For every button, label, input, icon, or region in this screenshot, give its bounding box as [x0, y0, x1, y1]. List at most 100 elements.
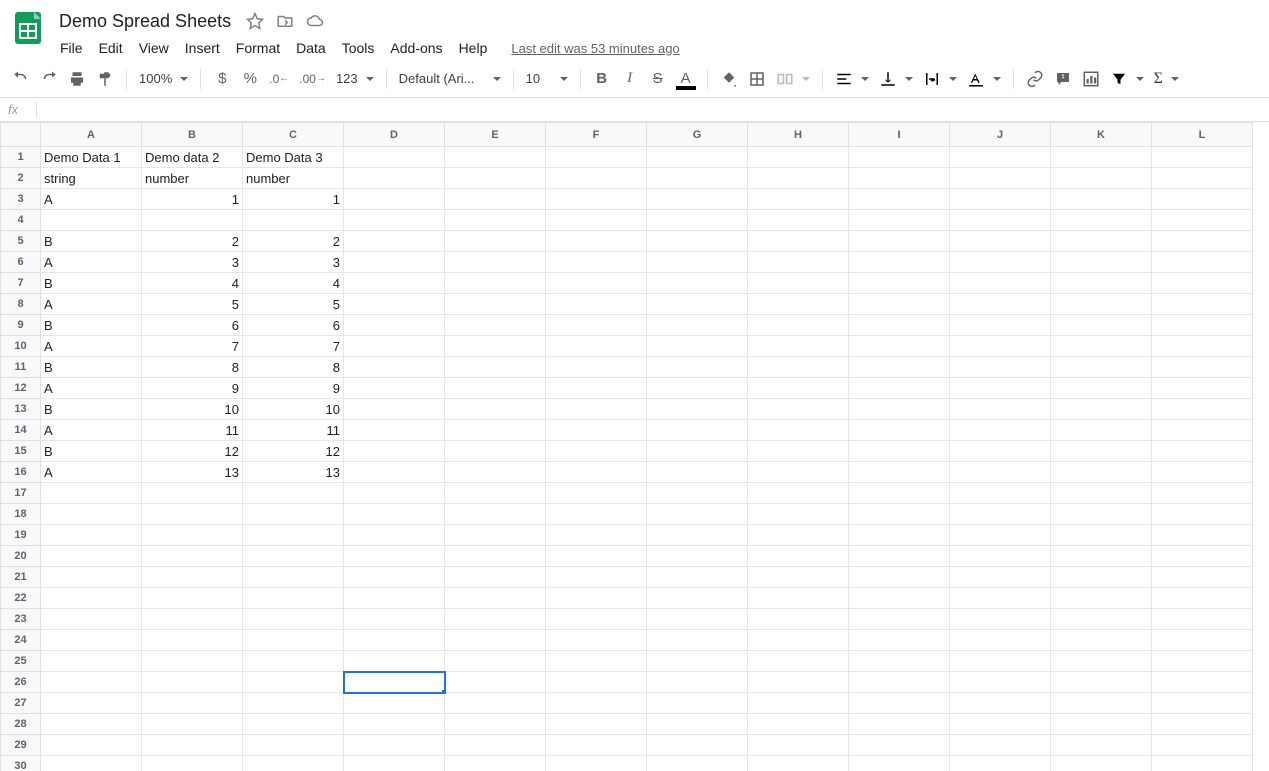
cell-L3[interactable]: [1152, 189, 1253, 210]
merge-cells-button[interactable]: [772, 66, 814, 92]
cell-B10[interactable]: 7: [142, 336, 243, 357]
cell-I18[interactable]: [849, 504, 950, 525]
cell-E19[interactable]: [445, 525, 546, 546]
cell-A11[interactable]: B: [41, 357, 142, 378]
cell-H28[interactable]: [748, 714, 849, 735]
cell-E20[interactable]: [445, 546, 546, 567]
cell-I23[interactable]: [849, 609, 950, 630]
cell-D29[interactable]: [344, 735, 445, 756]
cell-K30[interactable]: [1051, 756, 1152, 771]
sheets-logo[interactable]: [8, 8, 48, 48]
cell-K2[interactable]: [1051, 168, 1152, 189]
cell-K11[interactable]: [1051, 357, 1152, 378]
row-header-18[interactable]: 18: [1, 504, 41, 525]
row-header-24[interactable]: 24: [1, 630, 41, 651]
cell-K29[interactable]: [1051, 735, 1152, 756]
cell-F18[interactable]: [546, 504, 647, 525]
cell-G25[interactable]: [647, 651, 748, 672]
cell-I4[interactable]: [849, 210, 950, 231]
cell-I25[interactable]: [849, 651, 950, 672]
cell-J28[interactable]: [950, 714, 1051, 735]
cell-D17[interactable]: [344, 483, 445, 504]
cell-C22[interactable]: [243, 588, 344, 609]
row-header-19[interactable]: 19: [1, 525, 41, 546]
cell-H24[interactable]: [748, 630, 849, 651]
strikethrough-button[interactable]: S: [645, 66, 671, 92]
cell-F28[interactable]: [546, 714, 647, 735]
cell-E6[interactable]: [445, 252, 546, 273]
cell-E2[interactable]: [445, 168, 546, 189]
cell-F4[interactable]: [546, 210, 647, 231]
cell-L7[interactable]: [1152, 273, 1253, 294]
cell-K21[interactable]: [1051, 567, 1152, 588]
cell-J21[interactable]: [950, 567, 1051, 588]
cell-F10[interactable]: [546, 336, 647, 357]
cell-H7[interactable]: [748, 273, 849, 294]
cell-D15[interactable]: [344, 441, 445, 462]
cell-G26[interactable]: [647, 672, 748, 693]
cell-A28[interactable]: [41, 714, 142, 735]
vertical-align-button[interactable]: [875, 66, 917, 92]
cell-I16[interactable]: [849, 462, 950, 483]
cell-F24[interactable]: [546, 630, 647, 651]
cell-A29[interactable]: [41, 735, 142, 756]
cell-E13[interactable]: [445, 399, 546, 420]
row-header-17[interactable]: 17: [1, 483, 41, 504]
cell-H26[interactable]: [748, 672, 849, 693]
cell-K19[interactable]: [1051, 525, 1152, 546]
cell-B8[interactable]: 5: [142, 294, 243, 315]
cell-G9[interactable]: [647, 315, 748, 336]
cell-D28[interactable]: [344, 714, 445, 735]
cell-I3[interactable]: [849, 189, 950, 210]
cell-B7[interactable]: 4: [142, 273, 243, 294]
cell-F1[interactable]: [546, 147, 647, 168]
menu-tools[interactable]: Tools: [334, 36, 383, 60]
cell-J23[interactable]: [950, 609, 1051, 630]
column-header-B[interactable]: B: [142, 123, 243, 147]
cell-A14[interactable]: A: [41, 420, 142, 441]
cell-A20[interactable]: [41, 546, 142, 567]
cell-L19[interactable]: [1152, 525, 1253, 546]
cell-I14[interactable]: [849, 420, 950, 441]
cell-J11[interactable]: [950, 357, 1051, 378]
cell-B20[interactable]: [142, 546, 243, 567]
cell-L14[interactable]: [1152, 420, 1253, 441]
cell-I17[interactable]: [849, 483, 950, 504]
cell-A24[interactable]: [41, 630, 142, 651]
cell-G18[interactable]: [647, 504, 748, 525]
insert-link-button[interactable]: [1022, 66, 1048, 92]
cell-J29[interactable]: [950, 735, 1051, 756]
cell-E4[interactable]: [445, 210, 546, 231]
cell-G2[interactable]: [647, 168, 748, 189]
cell-J8[interactable]: [950, 294, 1051, 315]
cell-C27[interactable]: [243, 693, 344, 714]
cell-E22[interactable]: [445, 588, 546, 609]
cell-F6[interactable]: [546, 252, 647, 273]
filter-button[interactable]: [1106, 66, 1148, 92]
cell-A22[interactable]: [41, 588, 142, 609]
cell-G10[interactable]: [647, 336, 748, 357]
cell-G21[interactable]: [647, 567, 748, 588]
column-header-C[interactable]: C: [243, 123, 344, 147]
fill-color-button[interactable]: [716, 66, 742, 92]
cell-L4[interactable]: [1152, 210, 1253, 231]
cell-G6[interactable]: [647, 252, 748, 273]
cell-B29[interactable]: [142, 735, 243, 756]
cell-F15[interactable]: [546, 441, 647, 462]
cell-A18[interactable]: [41, 504, 142, 525]
cell-E28[interactable]: [445, 714, 546, 735]
cell-A19[interactable]: [41, 525, 142, 546]
cell-J24[interactable]: [950, 630, 1051, 651]
cell-B28[interactable]: [142, 714, 243, 735]
row-header-3[interactable]: 3: [1, 189, 41, 210]
row-header-4[interactable]: 4: [1, 210, 41, 231]
cell-C29[interactable]: [243, 735, 344, 756]
cell-K17[interactable]: [1051, 483, 1152, 504]
zoom-combo[interactable]: 100%: [135, 66, 192, 92]
cell-I10[interactable]: [849, 336, 950, 357]
cell-D22[interactable]: [344, 588, 445, 609]
column-header-G[interactable]: G: [647, 123, 748, 147]
cell-E27[interactable]: [445, 693, 546, 714]
cell-H17[interactable]: [748, 483, 849, 504]
cell-F22[interactable]: [546, 588, 647, 609]
